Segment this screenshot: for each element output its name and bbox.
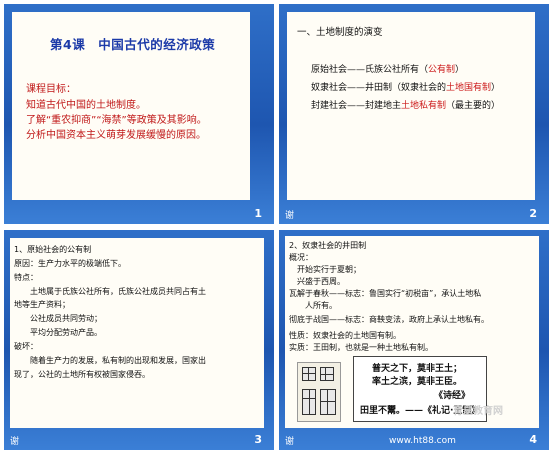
text-line: 原因：生产力水平的极端低下。 [14, 259, 126, 268]
text-line: 实质：王田制，也就是一种土地私有制。 [289, 343, 433, 352]
text-line: 破坏： [14, 342, 38, 351]
text-line: 现了，公社的土地所有权被国家侵吞。 [14, 370, 150, 379]
text-line: 开始实行于夏朝； [289, 265, 361, 274]
slide-thumbnail-4[interactable]: 2、奴隶社会的井田制 概况： 开始实行于夏朝； 兴盛于西周。 瓦解于春秋——标志… [279, 230, 549, 450]
system-row: 奴隶社会——井田制（奴隶社会的土地国有制） [311, 83, 501, 93]
text-line: 平均分配劳动产品。 [14, 328, 102, 337]
text-line: 随着生产力的发展，私有制的出现和发展，国家出 [14, 356, 206, 365]
watermark-logo: 育星教育网 [453, 406, 503, 417]
slide-note-label: 谢 [285, 437, 295, 447]
slide-3-heading: 1、原始社会的公有制 [14, 245, 92, 254]
system-row: 原始社会——氏族公社所有（公有制） [311, 65, 465, 75]
slide-note-label: 谢 [10, 437, 20, 447]
text-line: 公社成员共同劳动； [14, 314, 102, 323]
text-line: 人所有。 [289, 301, 337, 310]
slide-1-title: 第4课 中国古代的经济政策 [50, 37, 216, 52]
field-glyph-icon [320, 389, 336, 415]
field-glyph-icon [320, 367, 334, 381]
objective-item: 分析中国资本主义萌芽发展缓慢的原因。 [26, 130, 206, 141]
slide-number: 1 [254, 207, 262, 220]
quote-line: 普天之下，莫非王土； [372, 364, 463, 374]
slide-thumbnail-2[interactable]: 一、土地制度的演变 原始社会——氏族公社所有（公有制） 奴隶社会——井田制（奴隶… [279, 4, 549, 224]
text-line: 土地属于氏族公社所有，氏族公社成员共同占有土 [14, 287, 206, 296]
slide-4-heading: 2、奴隶社会的井田制 [289, 241, 367, 250]
slide-2-heading: 一、土地制度的演变 [297, 27, 383, 38]
text-line: 性质：奴隶社会的土地国有制。 [289, 331, 401, 340]
watermark-url: www.ht88.com [389, 436, 456, 446]
slide-4-content: 2、奴隶社会的井田制 概况： 开始实行于夏朝； 兴盛于西周。 瓦解于春秋——标志… [285, 236, 539, 428]
slide-thumbnail-3[interactable]: 1、原始社会的公有制 原因：生产力水平的极端低下。 特点： 土地属于氏族公社所有… [4, 230, 274, 450]
quote-source: 《诗经》 [434, 391, 471, 401]
field-glyph-icon [302, 367, 316, 381]
slide-number: 4 [529, 433, 537, 446]
slide-1-content: 第4课 中国古代的经济政策 课程目标： 知道古代中国的土地制度。 了解“重农抑商… [12, 12, 250, 200]
text-line: 兴盛于西周。 [289, 277, 345, 286]
objective-item: 知道古代中国的土地制度。 [26, 100, 146, 111]
field-glyph-icon [302, 389, 316, 415]
quote-line: 率土之滨，莫非王臣。 [372, 377, 463, 387]
text-line: 特点： [14, 273, 38, 282]
text-line: 概况： [289, 253, 313, 262]
slide-number: 2 [529, 207, 537, 220]
objective-item: 了解“重农抑商”“海禁”等政策及其影响。 [26, 115, 207, 126]
text-line: 地等生产资料； [14, 300, 70, 309]
oracle-glyphs-image [297, 362, 341, 422]
slide-3-content: 1、原始社会的公有制 原因：生产力水平的极端低下。 特点： 土地属于氏族公社所有… [10, 238, 264, 428]
slide-thumbnail-1[interactable]: 第4课 中国古代的经济政策 课程目标： 知道古代中国的土地制度。 了解“重农抑商… [4, 4, 274, 224]
slide-2-content: 一、土地制度的演变 原始社会——氏族公社所有（公有制） 奴隶社会——井田制（奴隶… [287, 12, 535, 200]
slide-note-label: 谢 [285, 211, 295, 221]
objectives-heading: 课程目标： [26, 84, 76, 95]
text-line: 瓦解于春秋——标志：鲁国实行“初税亩”，承认土地私 [289, 289, 482, 298]
system-row: 封建社会——封建地主土地私有制（最主要的） [311, 101, 501, 111]
slide-number: 3 [254, 433, 262, 446]
text-line: 彻底于战国——标志：商鞅变法，政府上承认土地私有。 [289, 315, 489, 324]
